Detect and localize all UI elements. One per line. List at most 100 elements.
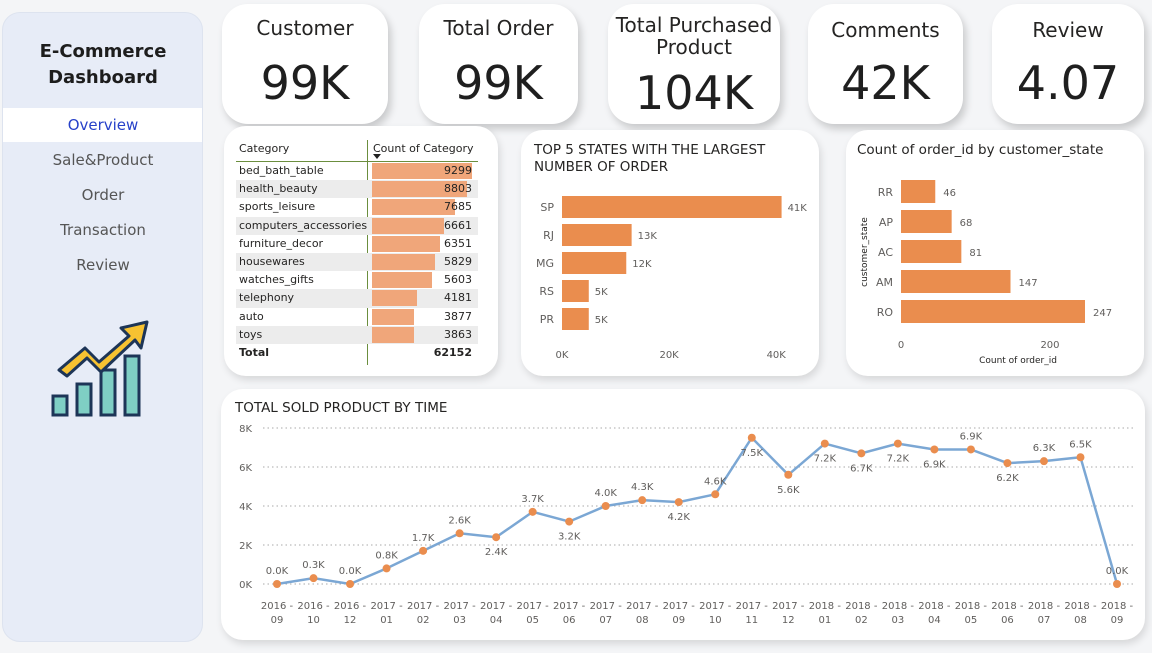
kpi-purchased-value: 104K	[635, 66, 753, 120]
table-row[interactable]: auto 3877	[236, 308, 478, 326]
kpi-purchased-title-line2: Product	[656, 35, 732, 59]
nav-review[interactable]: Review	[3, 248, 202, 282]
line-point[interactable]	[492, 533, 501, 542]
line-point[interactable]	[747, 433, 756, 442]
line-data-label: 0.3K	[302, 560, 325, 571]
table-total-row: Total 62152	[236, 344, 478, 362]
table-row-count: 4181	[444, 291, 472, 305]
line-x-tick-year: 2017 -	[553, 601, 586, 612]
line-point[interactable]	[930, 445, 939, 454]
line-point[interactable]	[820, 439, 829, 448]
line-y-tick: 6K	[239, 463, 252, 474]
table-row-category: furniture_decor	[239, 236, 324, 250]
line-point[interactable]	[309, 574, 318, 583]
table-row[interactable]: housewares 5829	[236, 252, 478, 272]
state-x-tick: 200	[1040, 340, 1059, 351]
nav-transaction[interactable]: Transaction	[3, 213, 202, 247]
top5-category-label: RS	[539, 285, 554, 298]
state-category-label: AP	[879, 216, 894, 229]
line-x-tick-year: 2017 -	[736, 601, 769, 612]
line-point[interactable]	[601, 502, 610, 510]
state-category-label: RR	[878, 186, 894, 199]
total-value: 62152	[433, 345, 472, 359]
line-point[interactable]	[419, 546, 428, 555]
table-row[interactable]: telephony 4181	[236, 289, 478, 308]
line-point[interactable]	[565, 517, 574, 526]
category-table: Category Count of Category bed_bath_tabl…	[236, 140, 478, 362]
nav-overview[interactable]: Overview	[3, 108, 202, 142]
line-data-label: 0.8K	[375, 550, 398, 561]
state-category-label: AC	[878, 246, 893, 259]
line-x-tick-month: 08	[636, 615, 649, 626]
table-row[interactable]: furniture_decor 6351	[236, 235, 478, 253]
line-x-tick-year: 2017 -	[626, 601, 659, 612]
table-row-category: telephony	[239, 291, 295, 305]
table-row[interactable]: watches_gifts 5603	[236, 271, 478, 289]
sort-desc-icon	[373, 154, 381, 159]
state-bar[interactable]	[901, 180, 936, 203]
table-row-category: bed_bath_table	[239, 164, 324, 177]
nav-sale-product[interactable]: Sale&Product	[3, 143, 202, 177]
kpi-comments: Comments 42K	[808, 4, 963, 124]
line-point[interactable]	[966, 445, 975, 454]
line-point[interactable]	[784, 470, 793, 479]
table-row-bar	[372, 217, 444, 234]
state-bar[interactable]	[901, 210, 952, 233]
kpi-customer-title: Customer	[256, 16, 354, 40]
line-point[interactable]	[1039, 457, 1048, 466]
line-point[interactable]	[857, 449, 866, 458]
state-x-axis-label: Count of order_id	[979, 356, 1057, 366]
kpi-total-order-value: 99K	[454, 56, 543, 110]
line-point[interactable]	[893, 439, 902, 448]
line-x-tick-year: 2017 -	[407, 601, 440, 612]
header-count[interactable]: Count of Category	[373, 142, 474, 155]
table-row[interactable]: toys 3863	[236, 325, 478, 344]
header-category[interactable]: Category	[239, 142, 289, 155]
top5-category-label: SP	[540, 201, 554, 214]
line-point[interactable]	[674, 498, 683, 507]
line-point[interactable]	[638, 496, 647, 505]
line-x-tick-month: 08	[1074, 615, 1087, 626]
top5-bar[interactable]	[562, 280, 589, 302]
line-point[interactable]	[1076, 453, 1085, 462]
line-x-tick-month: 12	[344, 615, 357, 626]
line-point[interactable]	[455, 529, 464, 538]
table-row[interactable]: health_beauty 8803	[236, 180, 478, 199]
top5-states-panel: TOP 5 STATES WITH THE LARGEST NUMBER OF …	[521, 130, 819, 376]
table-row[interactable]: sports_leisure 7685	[236, 198, 478, 216]
line-point[interactable]	[1003, 459, 1012, 468]
top5-bar[interactable]	[562, 196, 782, 218]
line-x-tick-year: 2018 -	[882, 601, 915, 612]
top5-bar[interactable]	[562, 224, 632, 246]
line-point[interactable]	[1113, 580, 1121, 588]
line-point[interactable]	[273, 580, 281, 588]
line-point[interactable]	[711, 490, 720, 499]
state-data-label: 247	[1093, 308, 1112, 319]
line-point[interactable]	[528, 507, 537, 516]
line-x-tick-year: 2018 -	[1101, 601, 1134, 612]
table-row-category: toys	[239, 327, 263, 341]
top5-bar[interactable]	[562, 252, 627, 274]
table-row-category: computers_accessories	[239, 218, 368, 232]
table-row-count: 8803	[444, 182, 472, 196]
state-bar[interactable]	[901, 270, 1011, 293]
table-row-count: 5603	[444, 273, 472, 287]
top5-data-label: 12K	[632, 259, 652, 270]
top5-data-label: 5K	[595, 287, 608, 298]
table-row-count: 3877	[444, 309, 472, 323]
line-point[interactable]	[382, 564, 391, 573]
line-point[interactable]	[346, 580, 355, 588]
state-bar[interactable]	[901, 240, 962, 263]
line-x-tick-year: 2017 -	[480, 601, 513, 612]
nav-order[interactable]: Order	[3, 178, 202, 212]
table-row[interactable]: computers_accessories 6661	[236, 216, 478, 235]
table-row[interactable]: bed_bath_table 9299	[236, 162, 478, 180]
top5-states-chart: SP 41K RJ 13K MG 12K RS 5K PR 5K 0K 20K 40K	[536, 196, 807, 361]
line-data-label: 6.3K	[1033, 443, 1056, 454]
top5-bar[interactable]	[562, 308, 589, 330]
line-data-label: 0.0K	[266, 566, 289, 577]
line-x-tick-month: 06	[563, 615, 576, 626]
state-bar[interactable]	[901, 300, 1085, 323]
state-count-chart: RR 46 AP 68 AC 81 AM 147 RO 247 0 200 Count of order…	[860, 180, 1112, 366]
growth-chart-icon	[51, 320, 149, 417]
